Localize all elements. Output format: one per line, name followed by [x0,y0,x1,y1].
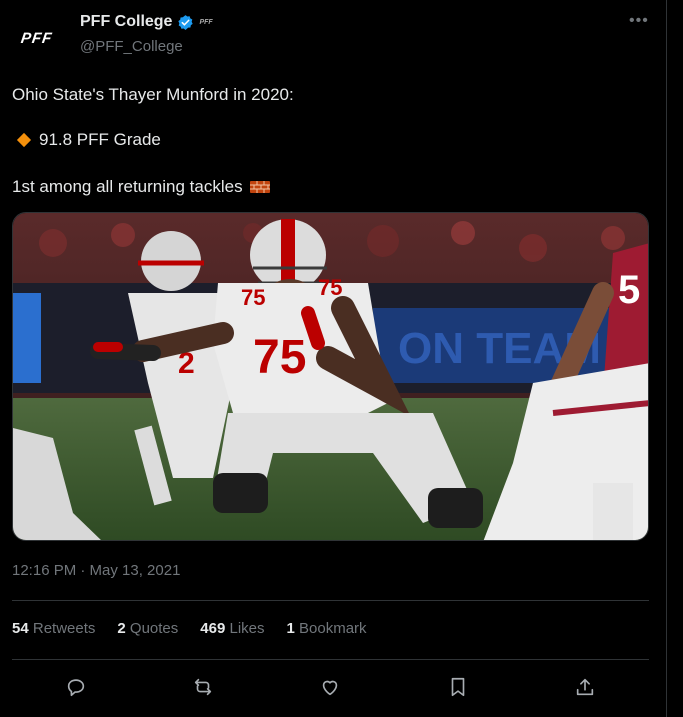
divider [12,600,649,601]
author-handle[interactable]: @PFF_College [80,38,183,55]
engagement-stats: 54 Retweets 2 Quotes 469 Likes 1 Bookmar… [12,620,367,637]
retweet-button[interactable] [188,672,218,702]
bookmarks-count: 1 [286,620,295,637]
verified-badge-icon [178,14,194,30]
tweet-timestamp[interactable]: 12:16 PM · May 13, 2021 [12,562,180,579]
like-button[interactable] [315,672,345,702]
more-icon[interactable]: ••• [629,12,649,30]
avatar[interactable]: PFF [12,17,62,59]
share-icon [577,678,594,696]
jersey-number: 75 [253,331,306,384]
quotes-label: Quotes [129,620,179,637]
reply-button[interactable] [61,672,91,702]
column-divider [666,0,667,717]
tweet-text-line-2: 91.8 PFF Grade [16,130,161,150]
quotes-stat[interactable]: 2 Quotes [117,620,178,637]
likes-stat[interactable]: 469 Likes [200,620,264,637]
reply-icon [67,679,84,697]
bookmarks-stat[interactable]: 1 Bookmark [287,620,367,637]
bookmarks-label: Bookmark [299,620,367,637]
divider [12,659,649,660]
brick-emoji-icon [249,181,270,193]
affiliate-badge[interactable]: PFF [199,19,212,26]
tweet-text-line-1: Ohio State's Thayer Munford in 2020: [12,85,294,104]
avatar-logo-text: PFF [20,29,54,47]
author-name-row: PFF College PFF [80,13,213,31]
shoulder-number-left: 75 [241,285,265,310]
retweets-stat[interactable]: 54 Retweets [12,620,95,637]
tweet-photo[interactable]: ON TEAM FO 2 75 75 75 5 [12,212,649,541]
likes-label: Likes [229,620,265,637]
rank-text: 1st among all returning tackles [12,177,243,196]
grade-text: 91.8 PFF Grade [39,130,161,149]
tweet-text-line-3: 1st among all returning tackles [12,177,271,197]
orange-diamond-icon [16,132,32,148]
football-photo-illustration: ON TEAM FO 2 75 75 75 5 [13,213,648,540]
svg-text:5: 5 [618,268,640,312]
bookmark-icon [451,677,465,697]
action-bar [12,672,649,702]
heart-icon [323,680,338,696]
retweets-label: Retweets [32,620,96,637]
author-name[interactable]: PFF College [80,13,172,31]
likes-count: 469 [200,620,226,637]
share-button[interactable] [570,672,600,702]
quotes-count: 2 [117,620,126,637]
shoulder-number-right: 75 [318,275,342,300]
bookmark-button[interactable] [443,672,473,702]
retweet-icon [194,678,212,696]
retweets-count: 54 [12,620,29,637]
